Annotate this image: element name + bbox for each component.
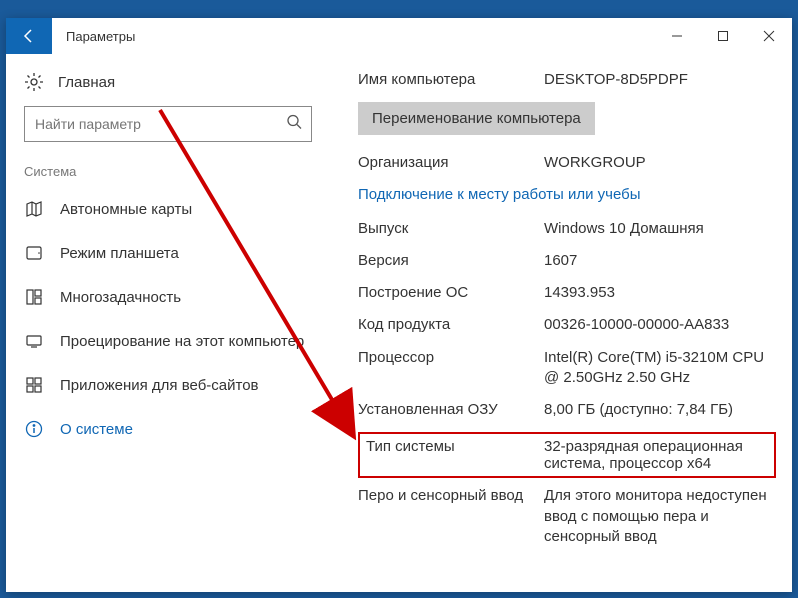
info-icon	[24, 419, 44, 439]
cpu-value: Intel(R) Core(TM) i5-3210M CPU @ 2.50GHz…	[544, 348, 776, 389]
nav-label: Приложения для веб-сайтов	[60, 377, 259, 394]
row-version: Версия 1607	[358, 251, 776, 271]
sidebar: Главная Система Автономные карты Режим п…	[6, 54, 330, 592]
content-area: Главная Система Автономные карты Режим п…	[6, 54, 792, 592]
systype-label: Тип системы	[366, 438, 544, 472]
multitask-icon	[24, 287, 44, 307]
sidebar-item-multitasking[interactable]: Многозадачность	[6, 275, 330, 319]
build-label: Построение ОС	[358, 283, 544, 303]
minimize-button[interactable]	[654, 18, 700, 54]
row-edition: Выпуск Windows 10 Домашняя	[358, 219, 776, 239]
sidebar-item-offline-maps[interactable]: Автономные карты	[6, 187, 330, 231]
product-value: 00326-10000-00000-AA833	[544, 315, 776, 335]
nav-label: Режим планшета	[60, 245, 179, 262]
search-wrap	[6, 106, 330, 156]
pen-label: Перо и сенсорный ввод	[358, 486, 544, 547]
org-label: Организация	[358, 153, 544, 173]
settings-window: Параметры Главная Сист	[6, 18, 792, 592]
arrow-left-icon	[20, 27, 38, 45]
project-icon	[24, 331, 44, 351]
rename-button[interactable]: Переименование компьютера	[358, 102, 595, 135]
nav-label: Многозадачность	[60, 289, 181, 306]
edition-label: Выпуск	[358, 219, 544, 239]
version-value: 1607	[544, 251, 776, 271]
row-org: Организация WORKGROUP	[358, 153, 776, 173]
build-value: 14393.953	[544, 283, 776, 303]
home-row[interactable]: Главная	[6, 72, 330, 106]
row-ram: Установленная ОЗУ 8,00 ГБ (доступно: 7,8…	[358, 400, 776, 420]
sidebar-item-tablet-mode[interactable]: Режим планшета	[6, 231, 330, 275]
gear-icon	[24, 72, 44, 92]
row-cpu: Процессор Intel(R) Core(TM) i5-3210M CPU…	[358, 348, 776, 389]
apps-icon	[24, 375, 44, 395]
home-label: Главная	[58, 74, 115, 91]
main-panel: Имя компьютера DESKTOP-8D5PDPF Переимено…	[330, 54, 792, 592]
sidebar-item-projecting[interactable]: Проецирование на этот компьютер	[6, 319, 330, 363]
search-input[interactable]	[24, 106, 312, 142]
window-controls	[654, 18, 792, 54]
close-button[interactable]	[746, 18, 792, 54]
maximize-button[interactable]	[700, 18, 746, 54]
row-build: Построение ОС 14393.953	[358, 283, 776, 303]
sidebar-item-about[interactable]: О системе	[6, 407, 330, 451]
connect-link[interactable]: Подключение к месту работы или учебы	[358, 186, 776, 203]
computer-name-label: Имя компьютера	[358, 70, 544, 90]
ram-value: 8,00 ГБ (доступно: 7,84 ГБ)	[544, 400, 776, 420]
cpu-label: Процессор	[358, 348, 544, 389]
maximize-icon	[717, 30, 729, 42]
window-title: Параметры	[52, 29, 654, 44]
computer-name-value: DESKTOP-8D5PDPF	[544, 70, 776, 90]
nav-label: Автономные карты	[60, 201, 192, 218]
row-product: Код продукта 00326-10000-00000-AA833	[358, 315, 776, 335]
close-icon	[763, 30, 775, 42]
section-label: Система	[6, 156, 330, 187]
sidebar-item-apps-websites[interactable]: Приложения для веб-сайтов	[6, 363, 330, 407]
minimize-icon	[671, 30, 683, 42]
row-pen: Перо и сенсорный ввод Для этого монитора…	[358, 486, 776, 547]
titlebar: Параметры	[6, 18, 792, 54]
org-value: WORKGROUP	[544, 153, 776, 173]
ram-label: Установленная ОЗУ	[358, 400, 544, 420]
version-label: Версия	[358, 251, 544, 271]
nav-label: Проецирование на этот компьютер	[60, 333, 304, 350]
map-icon	[24, 199, 44, 219]
row-computer-name: Имя компьютера DESKTOP-8D5PDPF	[358, 70, 776, 90]
highlight-systype: Тип системы 32-разрядная операционная си…	[358, 432, 776, 478]
pen-value: Для этого монитора недоступен ввод с пом…	[544, 486, 776, 547]
product-label: Код продукта	[358, 315, 544, 335]
back-button[interactable]	[6, 18, 52, 54]
edition-value: Windows 10 Домашняя	[544, 219, 776, 239]
search-icon	[286, 114, 302, 135]
nav-label: О системе	[60, 421, 133, 438]
systype-value: 32-разрядная операционная система, проце…	[544, 438, 768, 472]
tablet-icon	[24, 243, 44, 263]
